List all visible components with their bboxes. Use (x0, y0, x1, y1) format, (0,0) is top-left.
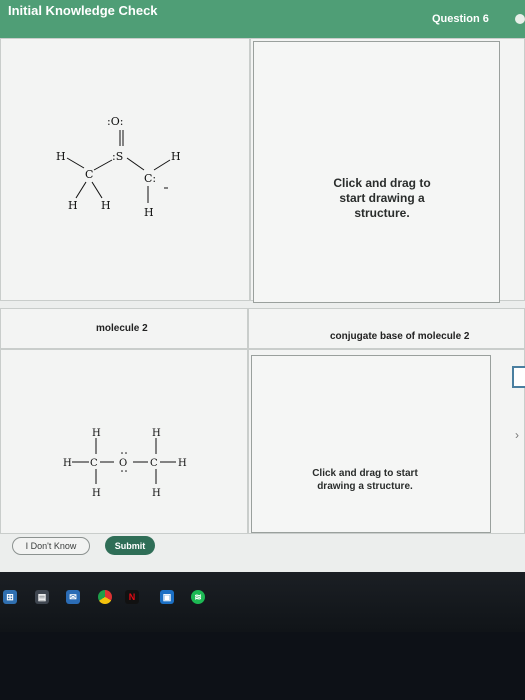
header-bar: Initial Knowledge Check Question 6 (0, 0, 525, 38)
conjugate-base-caption: conjugate base of molecule 2 (330, 331, 470, 342)
atom-h: H (152, 428, 161, 439)
atom-c: C (85, 168, 93, 181)
atom-h: H (144, 206, 154, 219)
lone-pair-dot (125, 470, 127, 472)
lone-pair-dot (121, 452, 123, 454)
windows-icon[interactable]: ⊞ (3, 590, 17, 604)
side-panel-tab[interactable] (512, 366, 525, 388)
atom-h: H (178, 458, 187, 469)
app-title: Initial Knowledge Check (8, 3, 158, 18)
atom-s: :S (112, 150, 123, 163)
bond (153, 159, 171, 171)
drawing-canvas-2[interactable] (251, 355, 491, 533)
atom-h: H (101, 199, 111, 212)
atom-h: H (68, 199, 78, 212)
bond (66, 157, 85, 169)
atom-o: O (119, 458, 127, 469)
atom-h: H (63, 458, 72, 469)
mail-icon[interactable]: ✉ (66, 590, 80, 604)
chevron-right-icon[interactable]: › (515, 428, 519, 442)
drawing-hint-2: Click and drag to start drawing a struct… (312, 468, 418, 492)
bond (75, 181, 87, 199)
atom-h: H (152, 488, 161, 499)
photos-icon[interactable]: ▣ (160, 590, 174, 604)
atom-c: C (150, 458, 158, 469)
answer-2-caption-cell (248, 308, 525, 349)
question-number: Question 6 (432, 13, 489, 25)
atom-h: H (171, 150, 181, 163)
dont-know-button[interactable]: I Don't Know (12, 537, 90, 555)
atom-h: H (92, 488, 101, 499)
molecule-1-structure: :O: :S H C C: H H H H (56, 115, 181, 219)
atom-o: :O: (107, 115, 123, 128)
chrome-icon[interactable] (98, 590, 112, 604)
netflix-icon[interactable]: N (125, 590, 139, 604)
spotify-icon[interactable]: ≋ (191, 590, 205, 604)
header-menu-dot[interactable] (515, 14, 525, 24)
drawing-canvas-1[interactable] (253, 41, 500, 303)
submit-button[interactable]: Submit (105, 536, 155, 555)
taskbar: ⊞ ▤ ✉ N ▣ ≋ (0, 572, 525, 632)
bond (93, 159, 113, 171)
store-icon[interactable]: ▤ (35, 590, 49, 604)
lone-pair-dot (121, 470, 123, 472)
atom-c: C (90, 458, 98, 469)
lone-pair-dot (125, 452, 127, 454)
molecule-2-caption: molecule 2 (96, 323, 148, 334)
atom-h: H (92, 428, 101, 439)
atom-c: C: (144, 172, 156, 185)
atom-h: H (56, 150, 66, 163)
app-window: Initial Knowledge Check Question 6 :O: :… (0, 0, 525, 572)
bond (126, 157, 145, 171)
molecule-2-structure: H H H C O C H H H (63, 428, 187, 499)
drawing-hint-1: Click and drag to start drawing a struct… (333, 176, 431, 220)
bond (91, 181, 103, 199)
